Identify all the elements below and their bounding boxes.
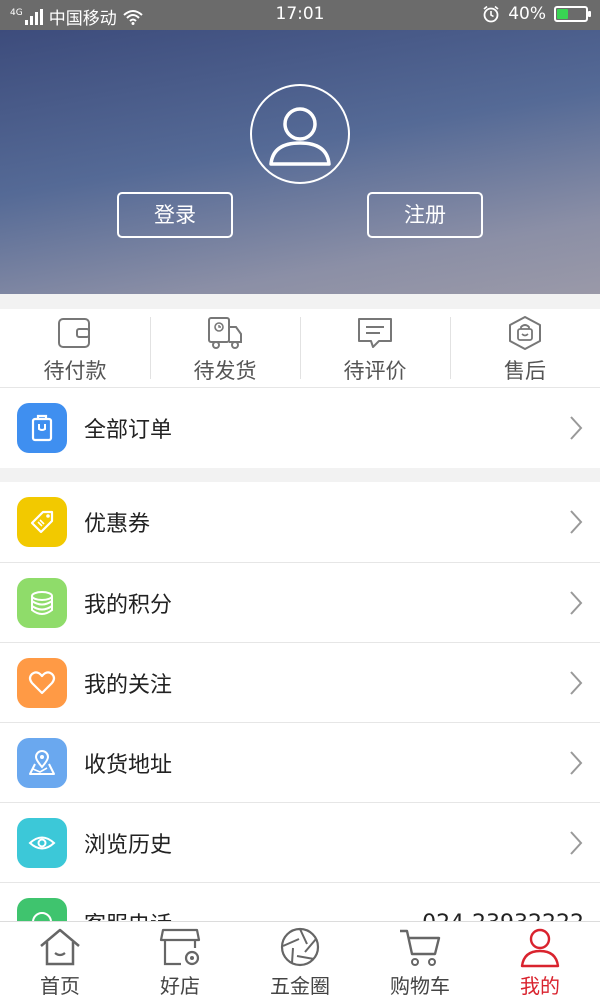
- menu-item-points[interactable]: 我的积分: [0, 563, 600, 643]
- all-orders-row[interactable]: 全部订单: [0, 388, 600, 468]
- user-icon: [520, 928, 560, 968]
- order-status-label: 待付款: [43, 359, 107, 383]
- delivery-truck-icon: [208, 317, 242, 349]
- chevron-right-icon: [570, 751, 583, 775]
- alarm-icon: [483, 5, 499, 23]
- tab-cart[interactable]: 购物车: [360, 922, 480, 1000]
- avatar[interactable]: [250, 84, 350, 184]
- clipboard-icon: [17, 403, 67, 453]
- tab-home[interactable]: 首页: [0, 922, 120, 1000]
- menu-item-history[interactable]: 浏览历史: [0, 803, 600, 883]
- chevron-right-icon: [570, 416, 583, 440]
- coupon-icon: [17, 497, 67, 547]
- menu-item-label: 我的关注: [84, 673, 173, 698]
- tab-label: 好店: [160, 974, 200, 998]
- menu-item-address[interactable]: 收货地址: [0, 723, 600, 803]
- coins-icon: [17, 578, 67, 628]
- chevron-right-icon: [570, 671, 583, 695]
- eye-icon: [17, 818, 67, 868]
- menu-item-label: 优惠券: [84, 512, 151, 537]
- register-button[interactable]: 注册: [367, 192, 483, 238]
- shop-icon: [159, 928, 201, 966]
- battery-percent: 40%: [508, 4, 546, 24]
- heart-icon: [17, 658, 67, 708]
- order-pending-payment[interactable]: 待付款: [0, 309, 150, 387]
- tab-label: 首页: [40, 974, 80, 998]
- all-orders-label: 全部订单: [84, 418, 173, 443]
- menu-item-coupons[interactable]: 优惠券: [0, 482, 600, 562]
- order-after-sales[interactable]: 售后: [450, 309, 600, 387]
- menu-item-following[interactable]: 我的关注: [0, 643, 600, 723]
- chevron-right-icon: [570, 510, 583, 534]
- order-status-bar: 待付款 待发货 待评价 售后: [0, 309, 600, 387]
- aperture-icon: [280, 927, 320, 967]
- home-icon: [40, 928, 80, 966]
- tab-hardware-circle[interactable]: 五金圈: [240, 922, 360, 1000]
- tab-label: 我的: [520, 974, 560, 998]
- after-sales-icon: [509, 316, 541, 350]
- wallet-icon: [58, 318, 90, 348]
- tab-mine[interactable]: 我的: [480, 922, 600, 1000]
- menu-item-label: 我的积分: [84, 593, 173, 618]
- tab-shops[interactable]: 好店: [120, 922, 240, 1000]
- comment-icon: [358, 318, 392, 348]
- tab-label: 购物车: [390, 974, 450, 998]
- location-icon: [17, 738, 67, 788]
- chevron-right-icon: [570, 831, 583, 855]
- profile-header: 登录 注册: [0, 30, 600, 294]
- menu-item-label: 浏览历史: [84, 833, 173, 858]
- battery-icon: [554, 6, 591, 22]
- order-status-label: 待评价: [343, 359, 407, 383]
- order-pending-review[interactable]: 待评价: [300, 309, 450, 387]
- login-button[interactable]: 登录: [117, 192, 233, 238]
- bottom-tab-bar: 首页 好店 五金圈 购物车 我的: [0, 921, 600, 1000]
- tab-label: 五金圈: [270, 974, 330, 998]
- cart-icon: [400, 929, 441, 966]
- menu-item-label: 收货地址: [84, 753, 173, 778]
- user-icon: [269, 107, 331, 166]
- order-pending-shipment[interactable]: 待发货: [150, 309, 300, 387]
- chevron-right-icon: [570, 591, 583, 615]
- status-bar: 4G 中国移动 17:01 40%: [0, 0, 600, 30]
- order-status-label: 售后: [504, 359, 546, 383]
- order-status-label: 待发货: [193, 359, 257, 383]
